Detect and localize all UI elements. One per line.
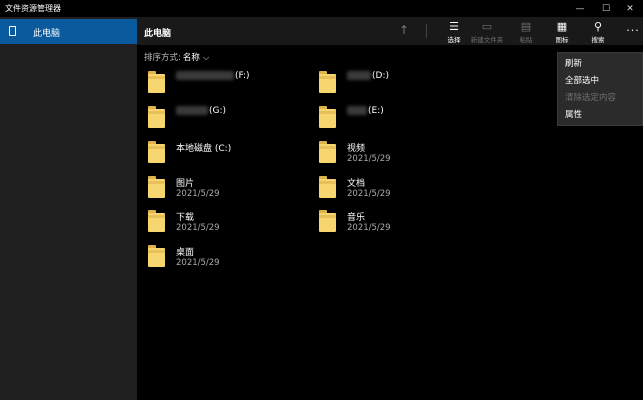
folder-icon bbox=[148, 175, 165, 198]
folder-item-music[interactable]: 音乐 2021/5/29 bbox=[319, 209, 479, 239]
up-arrow-icon[interactable]: ↑ bbox=[399, 23, 409, 37]
view-icon-button[interactable]: ▦ 图标 bbox=[545, 20, 579, 46]
file-date: 2021/5/29 bbox=[347, 223, 391, 233]
title-bar: 文件资源管理器 — ☐ ✕ bbox=[0, 0, 643, 17]
folder-icon bbox=[319, 209, 336, 232]
file-name: 图片 bbox=[176, 179, 195, 189]
maximize-button[interactable]: ☐ bbox=[593, 0, 619, 17]
window-title: 文件资源管理器 bbox=[5, 4, 61, 13]
folder-icon bbox=[148, 140, 165, 163]
header-bar: 此电脑 ↑ ☰ 选择 ▭ 新建文件夹 ▤ 粘贴 ▦ 图标 ⚲ 搜索 ··· bbox=[137, 17, 643, 45]
menu-item-properties[interactable]: 属性 bbox=[565, 108, 582, 120]
sort-value: 名称 bbox=[182, 53, 200, 63]
menu-item-select-all[interactable]: 全部选中 bbox=[565, 74, 599, 86]
file-name: 桌面 bbox=[176, 248, 195, 258]
sidebar-item-this-pc[interactable]: 此电脑 bbox=[0, 19, 137, 44]
folder-icon bbox=[319, 70, 336, 93]
file-date: 2021/5/29 bbox=[176, 189, 220, 199]
file-name: 文档 bbox=[347, 179, 366, 189]
search-button[interactable]: ⚲ 搜索 bbox=[581, 20, 615, 46]
file-name: (G:) bbox=[209, 106, 227, 116]
folder-icon bbox=[319, 140, 336, 163]
folder-icon bbox=[148, 244, 165, 267]
redacted-label bbox=[347, 71, 371, 80]
folder-item-downloads[interactable]: 下载 2021/5/29 bbox=[148, 209, 308, 239]
drive-item-f[interactable]: (F:) bbox=[148, 70, 308, 100]
chevron-down-icon: ⌵ bbox=[202, 53, 210, 63]
file-name: (D:) bbox=[372, 71, 389, 81]
paste-button[interactable]: ▤ 粘贴 bbox=[509, 20, 543, 46]
folder-item-desktop[interactable]: 桌面 2021/5/29 bbox=[148, 244, 308, 274]
checklist-icon: ☰ bbox=[449, 20, 459, 33]
sidebar-item-label: 此电脑 bbox=[33, 29, 61, 39]
new-folder-button[interactable]: ▭ 新建文件夹 bbox=[470, 20, 504, 46]
new-folder-icon: ▭ bbox=[481, 20, 493, 33]
drive-item-e[interactable]: (E:) bbox=[319, 105, 479, 135]
minimize-button[interactable]: — bbox=[567, 0, 593, 17]
file-name: 视频 bbox=[347, 144, 366, 154]
file-date: 2021/5/29 bbox=[176, 223, 220, 233]
search-icon: ⚲ bbox=[593, 20, 603, 33]
folder-item-documents[interactable]: 文档 2021/5/29 bbox=[319, 175, 479, 205]
folder-icon bbox=[319, 105, 336, 128]
folder-icon bbox=[148, 70, 165, 93]
more-options-button[interactable]: ··· bbox=[616, 24, 643, 50]
select-button[interactable]: ☰ 选择 bbox=[437, 20, 471, 46]
drive-item-d[interactable]: (D:) bbox=[319, 70, 479, 100]
sidebar: 此电脑 bbox=[0, 17, 137, 400]
location-title: 此电脑 bbox=[144, 29, 172, 39]
file-name: 下载 bbox=[176, 213, 195, 223]
toolbar-divider bbox=[426, 24, 427, 38]
folder-item-pictures[interactable]: 图片 2021/5/29 bbox=[148, 175, 308, 205]
redacted-label bbox=[347, 106, 367, 115]
folder-icon bbox=[148, 209, 165, 232]
menu-item-clear-selection[interactable]: 清除选定内容 bbox=[565, 91, 616, 103]
sort-control[interactable]: 排序方式: 名称 ⌵ bbox=[144, 51, 209, 63]
sort-label: 排序方式: bbox=[144, 53, 181, 63]
file-date: 2021/5/29 bbox=[347, 154, 391, 164]
file-name: 本地磁盘 (C:) bbox=[176, 144, 232, 154]
file-name: (E:) bbox=[368, 106, 384, 116]
redacted-label bbox=[176, 106, 208, 115]
grid-icon: ▦ bbox=[556, 20, 568, 33]
menu-item-refresh[interactable]: 刷新 bbox=[565, 57, 582, 69]
context-menu: 刷新 全部选中 清除选定内容 属性 bbox=[557, 52, 643, 126]
file-date: 2021/5/29 bbox=[347, 189, 391, 199]
clipboard-icon: ▤ bbox=[520, 20, 532, 33]
device-icon bbox=[9, 26, 16, 36]
file-date: 2021/5/29 bbox=[176, 258, 220, 268]
folder-icon bbox=[148, 105, 165, 128]
folder-item-videos[interactable]: 视频 2021/5/29 bbox=[319, 140, 479, 170]
file-name: 音乐 bbox=[347, 213, 366, 223]
file-name: (F:) bbox=[235, 71, 250, 81]
close-button[interactable]: ✕ bbox=[617, 0, 643, 17]
redacted-label bbox=[176, 71, 234, 80]
drive-item-c[interactable]: 本地磁盘 (C:) bbox=[148, 140, 308, 170]
drive-item-g[interactable]: (G:) bbox=[148, 105, 308, 135]
folder-icon bbox=[319, 175, 336, 198]
